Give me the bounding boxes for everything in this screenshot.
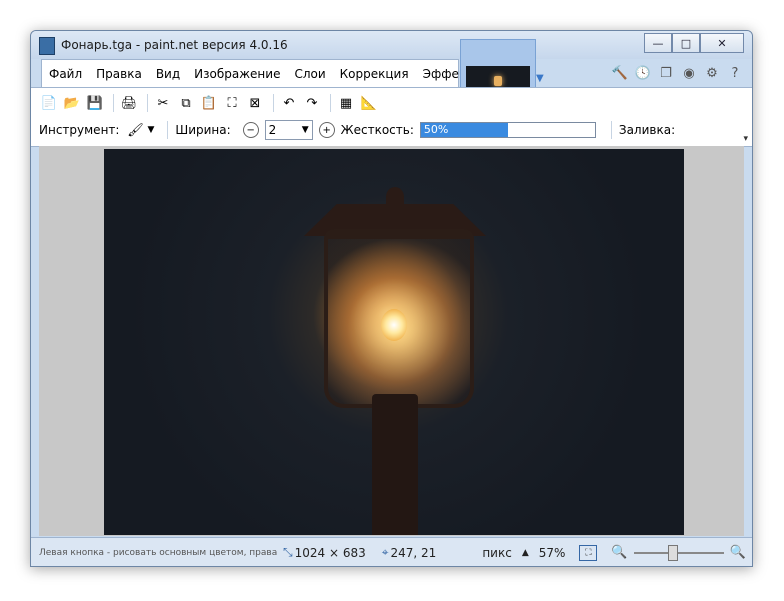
hardness-value: 50% (423, 123, 449, 136)
thumbnail-lamp (494, 76, 502, 86)
thumbnail-dropdown-icon[interactable]: ▼ (536, 73, 544, 84)
menu-image[interactable]: Изображение (187, 67, 287, 81)
lamp-bulb (381, 309, 407, 341)
minimize-button[interactable]: — (644, 33, 672, 53)
print-icon[interactable]: 🖨 (119, 93, 139, 113)
close-button[interactable]: ✕ (700, 33, 744, 53)
window-controls: — □ ✕ (644, 33, 744, 53)
canvas-area[interactable] (39, 146, 744, 536)
hardness-label: Жесткость: (340, 123, 414, 137)
hardness-slider[interactable]: 50% (419, 122, 596, 138)
tool-dropdown-icon[interactable]: ▼ (147, 125, 154, 135)
redo-icon[interactable]: ↷ (302, 93, 322, 113)
ruler-icon[interactable]: 📐 (359, 93, 379, 113)
paintnet-window: Фонарь.tga - paint.net версия 4.0.16 — □… (30, 30, 753, 567)
cursor-position-icon: ⌖ (381, 545, 389, 559)
image-size: 1024 × 683 (294, 545, 366, 560)
app-icon[interactable] (39, 37, 55, 55)
toolbar-separator (330, 94, 331, 112)
open-icon[interactable]: 📂 (62, 93, 82, 113)
cursor-position: 247, 21 (390, 545, 437, 560)
save-icon[interactable]: 💾 (85, 93, 105, 113)
title-bar[interactable]: Фонарь.tga - paint.net версия 4.0.16 — □… (31, 31, 752, 59)
units-selector[interactable]: пикс (482, 546, 512, 560)
tool-label: Инструмент: (39, 123, 120, 137)
menu-layers[interactable]: Слои (287, 67, 332, 81)
image-size-icon: ⤡ (283, 545, 293, 559)
width-increase-icon[interactable]: + (318, 122, 335, 138)
toolbar-area: 📄 📂 💾 🖨 ✂ ⧉ 📋 ⛶ ⊠ ↶ ↷ ▦ 📐 Инструмент: 🖌 … (31, 87, 752, 147)
tool-options-bar: Инструмент: 🖌 ▼ Ширина: − 2 ▼ + Жесткост… (39, 119, 681, 141)
new-icon[interactable]: 📄 (39, 93, 59, 113)
help-icon[interactable]: ? (726, 64, 744, 82)
zoom-value[interactable]: 57% (539, 546, 566, 560)
copy-icon[interactable]: ⧉ (176, 93, 196, 113)
zoom-slider[interactable] (633, 544, 724, 561)
menu-adjustments[interactable]: Коррекция (333, 67, 416, 81)
toolbar-separator (273, 94, 274, 112)
options-separator (610, 121, 612, 139)
options-separator (167, 121, 169, 139)
zoom-out-icon[interactable]: 🔍 (611, 545, 627, 560)
toolbar-separator (113, 94, 114, 112)
colors-window-icon[interactable]: ◉ (680, 64, 698, 82)
chevron-down-icon: ▼ (301, 125, 309, 135)
status-hint: Левая кнопка - рисовать основным цветом,… (39, 547, 277, 558)
tools-window-icon[interactable]: 🔨 (611, 64, 629, 82)
fill-label: Заливка: (618, 123, 676, 137)
paintbrush-icon[interactable]: 🖌 (125, 122, 145, 138)
toolbar-overflow-chevron-icon[interactable]: ▾ (743, 134, 748, 144)
layers-window-icon[interactable]: ❐ (657, 64, 675, 82)
undo-icon[interactable]: ↶ (279, 93, 299, 113)
image-canvas[interactable] (104, 149, 684, 535)
window-tools: 🔨 🕓 ❐ ◉ ⚙ ? (611, 64, 744, 82)
main-toolbar: 📄 📂 💾 🖨 ✂ ⧉ 📋 ⛶ ⊠ ↶ ↷ ▦ 📐 (39, 91, 382, 115)
units-dropdown-icon[interactable]: ▲ (522, 548, 529, 558)
toolbar-separator (147, 94, 148, 112)
zoom-to-window-icon[interactable]: ⛶ (579, 544, 598, 561)
width-combobox[interactable]: 2 ▼ (264, 120, 313, 140)
menu-view[interactable]: Вид (149, 67, 187, 81)
menu-bar: Файл Правка Вид Изображение Слои Коррекц… (41, 59, 483, 88)
menu-file[interactable]: Файл (42, 67, 89, 81)
history-window-icon[interactable]: 🕓 (634, 64, 652, 82)
status-bar: Левая кнопка - рисовать основным цветом,… (31, 537, 752, 566)
width-decrease-icon[interactable]: − (242, 122, 259, 138)
paste-icon[interactable]: 📋 (199, 93, 219, 113)
grid-icon[interactable]: ▦ (336, 93, 356, 113)
maximize-button[interactable]: □ (672, 33, 700, 53)
cut-icon[interactable]: ✂ (153, 93, 173, 113)
menu-edit[interactable]: Правка (89, 67, 149, 81)
lamp-post (372, 394, 418, 535)
crop-icon[interactable]: ⛶ (222, 93, 242, 113)
width-value: 2 (268, 123, 277, 137)
width-label: Ширина: (175, 123, 231, 137)
zoom-in-icon[interactable]: 🔍 (730, 545, 746, 560)
deselect-icon[interactable]: ⊠ (245, 93, 265, 113)
settings-gear-icon[interactable]: ⚙ (703, 64, 721, 82)
zoom-slider-thumb[interactable] (667, 544, 678, 561)
window-title: Фонарь.tga - paint.net версия 4.0.16 (61, 38, 288, 52)
